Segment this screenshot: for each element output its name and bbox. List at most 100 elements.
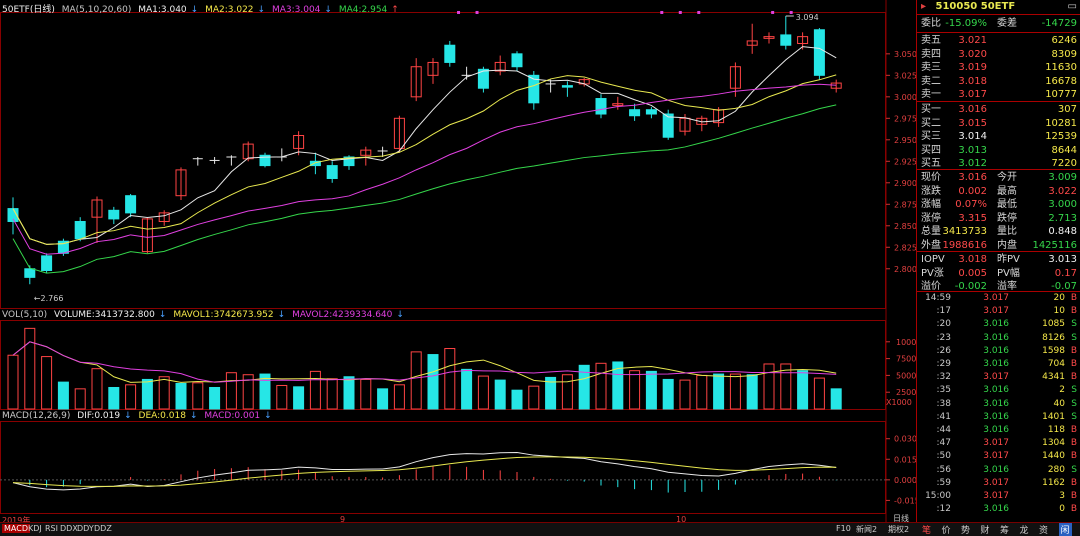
tab-ddx[interactable]: DDX bbox=[60, 524, 78, 533]
candle-body bbox=[645, 109, 657, 115]
tick-side: S bbox=[1071, 319, 1077, 330]
candle-body bbox=[511, 53, 523, 68]
tick-time: :44 bbox=[936, 425, 951, 435]
tick-price: 3.016 bbox=[983, 345, 1009, 356]
side-tab[interactable]: 价 bbox=[942, 523, 951, 536]
volume-bar bbox=[662, 378, 674, 410]
tick-side: S bbox=[1071, 398, 1077, 409]
tick-price: 3.017 bbox=[983, 491, 1009, 501]
volume-bar bbox=[158, 376, 170, 410]
macd-label: MACD(12,26,9) bbox=[2, 411, 71, 421]
tab-f10[interactable]: F10 bbox=[836, 524, 851, 533]
tick-side: B bbox=[1070, 438, 1077, 449]
side-tab[interactable]: 龙 bbox=[1020, 523, 1029, 536]
ma1-arrow-down-icon: ↓ bbox=[190, 5, 199, 15]
volume-value: VOLUME:3413732.800 bbox=[54, 310, 155, 320]
side-tab[interactable]: 财 bbox=[981, 523, 990, 536]
price-tick-label: 2.850 bbox=[894, 222, 916, 231]
tick-qty: 1401 bbox=[1042, 411, 1065, 422]
tab-news[interactable]: 新闻2 bbox=[856, 524, 877, 535]
candle-body bbox=[125, 195, 137, 214]
ma3-arrow-down-icon: ↓ bbox=[324, 5, 332, 15]
mavol1-arrow-down-icon: ↓ bbox=[277, 310, 286, 320]
volume-bar bbox=[57, 381, 69, 410]
kline-svg[interactable]: 3.050 3.025 3.000 2.975 2.950 2.925 2.900 2.875… bbox=[0, 0, 916, 535]
side-tab[interactable]: 资 bbox=[1039, 523, 1048, 536]
tick-time: 14:59 bbox=[925, 293, 951, 303]
tick-price: 3.017 bbox=[983, 293, 1009, 303]
weicha-label: 委差 bbox=[997, 18, 1017, 29]
tick-side: S bbox=[1071, 411, 1077, 422]
bid-label: 买五 bbox=[921, 158, 941, 169]
tick-time: :38 bbox=[936, 398, 951, 409]
tab-ddz[interactable]: DDZ bbox=[94, 524, 112, 533]
volume-bar bbox=[125, 384, 137, 410]
tab-ddy[interactable]: DDY bbox=[77, 524, 94, 533]
tick-row: :23 3.016 8126 S bbox=[917, 332, 1080, 344]
candle-body bbox=[595, 98, 607, 115]
macd-arrow-down-icon: ↓ bbox=[264, 411, 272, 421]
tick-price: 3.017 bbox=[983, 306, 1009, 317]
price-tick-label: 2.825 bbox=[894, 243, 916, 252]
mavol1-line bbox=[12, 341, 837, 383]
tick-price: 3.016 bbox=[983, 504, 1009, 515]
ask-label: 卖一 bbox=[921, 89, 941, 100]
candle-body bbox=[74, 220, 86, 240]
tab-rsi[interactable]: RSI bbox=[45, 524, 58, 533]
event-marker-icon: ▪ bbox=[678, 9, 682, 16]
side-tab[interactable]: 笔 bbox=[922, 523, 931, 536]
side-tab[interactable]: 筹 bbox=[1000, 523, 1009, 536]
volume-bar bbox=[729, 373, 741, 410]
volume-bar bbox=[477, 375, 489, 410]
side-tab[interactable]: 势 bbox=[961, 523, 970, 536]
tick-qty: 40 bbox=[1053, 398, 1065, 409]
window-icon[interactable]: ▭ bbox=[1068, 0, 1077, 14]
side-tab[interactable]: 闲 bbox=[1058, 523, 1072, 536]
chart-area[interactable]: 3.050 3.025 3.000 2.975 2.950 2.925 2.900 2.875… bbox=[0, 0, 916, 536]
candle-body bbox=[444, 44, 456, 63]
dif-value: DIF:0.019 bbox=[77, 411, 121, 421]
tick-row: :26 3.016 1598 B bbox=[917, 345, 1080, 357]
price-tick-label: 3.050 bbox=[894, 50, 916, 59]
play-icon[interactable]: ▸ bbox=[921, 1, 926, 12]
bid-row: 买五 3.012 7220 bbox=[917, 156, 1080, 171]
volume-bar bbox=[74, 388, 86, 410]
tick-row: :12 3.016 0 B bbox=[917, 503, 1080, 515]
tab-futures[interactable]: 期权2 bbox=[888, 524, 909, 535]
tick-row: :29 3.016 704 B bbox=[917, 358, 1080, 370]
vol-tick-label: 7500 bbox=[896, 355, 916, 364]
volume-bar bbox=[813, 377, 825, 410]
tick-row: 14:59 3.017 20 B bbox=[917, 292, 1080, 304]
volume-bar bbox=[427, 354, 439, 410]
macd-tick-label: 0.000 bbox=[894, 476, 916, 485]
ask-price: 3.017 bbox=[958, 89, 987, 100]
volume-bar bbox=[595, 362, 607, 410]
candle-body bbox=[629, 109, 641, 117]
tick-qty: 8126 bbox=[1042, 332, 1065, 343]
period-daily[interactable]: 日线 bbox=[893, 513, 909, 524]
volume-bar bbox=[276, 384, 288, 410]
candle-body bbox=[41, 255, 53, 271]
tick-price: 3.017 bbox=[983, 451, 1009, 462]
price-tick-label: 2.800 bbox=[894, 265, 916, 274]
volume-bar bbox=[141, 378, 153, 410]
candle-body bbox=[326, 165, 338, 179]
price-panel-frame bbox=[0, 12, 886, 309]
tick-price: 3.016 bbox=[983, 398, 1009, 409]
tab-kdj[interactable]: KDJ bbox=[28, 524, 42, 533]
volume-bar bbox=[343, 376, 355, 410]
tab-macd[interactable]: MACD bbox=[2, 524, 30, 533]
weibi-label: 委比 bbox=[921, 18, 941, 29]
tick-row: :41 3.016 1401 S bbox=[917, 411, 1080, 423]
tick-row: :20 3.016 1085 S bbox=[917, 318, 1080, 330]
tick-side: B bbox=[1070, 477, 1077, 488]
indicator-tab-bar: MACD KDJ RSI DDX DDY DDZ F10 新闻2 期权2 bbox=[0, 522, 916, 536]
ma2-arrow-down-icon: ↓ bbox=[257, 5, 266, 15]
tick-qty: 704 bbox=[1047, 359, 1065, 369]
tick-time: :32 bbox=[936, 372, 951, 383]
macd-value: MACD:0.001 bbox=[204, 411, 261, 421]
main-title: 50ETF(日线) bbox=[2, 5, 55, 15]
tick-side: B bbox=[1070, 451, 1077, 462]
stat-value: 1988616 bbox=[942, 239, 987, 251]
tick-row: 15:00 3.017 3 B bbox=[917, 490, 1080, 502]
